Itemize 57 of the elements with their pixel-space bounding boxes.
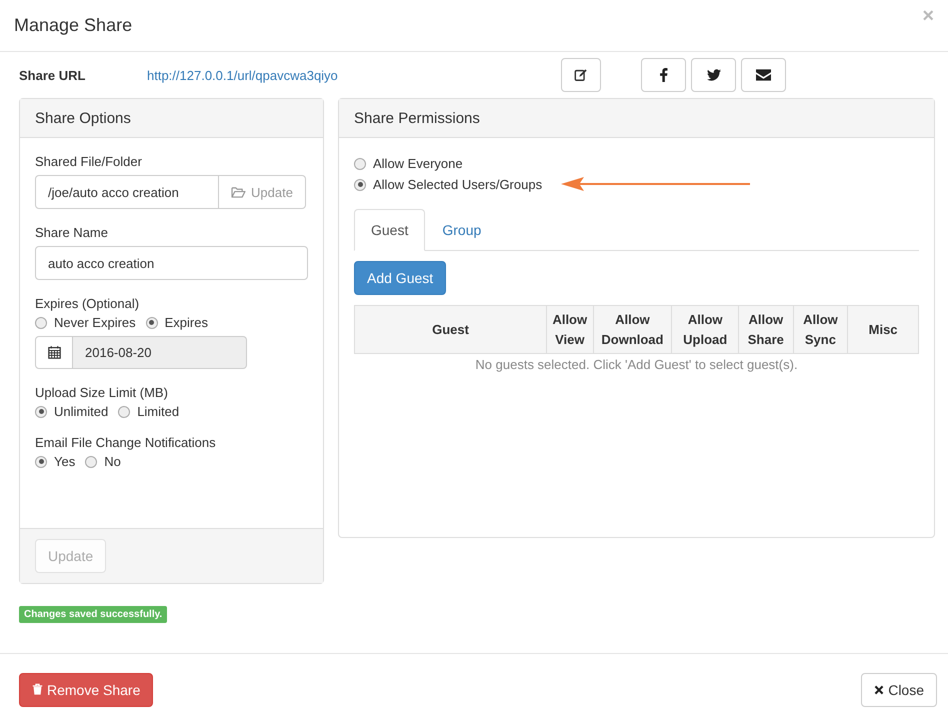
radio-label: Expires xyxy=(164,315,208,330)
radio-label: Allow Selected Users/Groups xyxy=(373,177,542,192)
radio-button[interactable] xyxy=(35,406,47,418)
radio-label: Yes xyxy=(54,454,76,469)
field-label: Shared File/Folder xyxy=(35,154,143,169)
field-label: Share URL xyxy=(19,68,86,82)
radio-button[interactable] xyxy=(35,316,47,328)
panel-title: Share Permissions xyxy=(354,110,480,126)
dialog-title: Manage Share xyxy=(14,15,132,36)
bird-icon xyxy=(706,69,720,81)
folder-icon xyxy=(231,186,246,198)
facebook-icon xyxy=(660,68,668,82)
share-link[interactable]: http://127.0.0.1/url/qpavcwa3qiyo xyxy=(147,68,561,82)
radio-button[interactable] xyxy=(146,316,158,328)
update-button[interactable]: Update xyxy=(219,175,306,209)
edit-button[interactable] xyxy=(561,58,601,92)
remove-share-button[interactable]: Remove Share xyxy=(19,672,154,706)
edit-icon xyxy=(574,68,588,82)
path-field[interactable]: /joe/auto acco creation xyxy=(35,175,219,209)
calendar-button[interactable] xyxy=(35,336,73,369)
trash-icon xyxy=(32,683,43,696)
facebook-button[interactable] xyxy=(641,58,686,92)
radio-button[interactable] xyxy=(354,158,366,170)
column-header: Allow Share xyxy=(738,306,794,354)
email-button[interactable] xyxy=(741,58,786,92)
field-label: Expires (Optional) xyxy=(35,296,140,311)
close-button[interactable]: Close xyxy=(861,672,937,706)
column-header: Allow View xyxy=(546,306,594,354)
radio-label: No xyxy=(104,454,121,469)
column-header: Allow Download xyxy=(593,306,672,354)
envelope-icon xyxy=(756,69,771,81)
radio-button[interactable] xyxy=(118,406,130,418)
column-header: Allow Upload xyxy=(672,306,739,354)
add-guest-button[interactable]: Add Guest xyxy=(354,261,446,295)
field-label: Email File Change Notifications xyxy=(35,435,217,450)
empty-message: No guests selected. Click 'Add Guest' to select guest(s). xyxy=(354,354,918,375)
field-label: Share Name xyxy=(35,225,109,240)
radio-label: Limited xyxy=(137,404,180,419)
name-field[interactable]: auto acco creation xyxy=(35,246,308,280)
success-badge: Changes saved successfully. xyxy=(19,606,168,623)
radio-button[interactable] xyxy=(354,178,366,190)
radio-label: Never Expires xyxy=(54,315,136,330)
radio-label: Allow Everyone xyxy=(373,156,463,171)
panel-title: Share Options xyxy=(35,110,131,126)
radio-button[interactable] xyxy=(85,456,98,468)
radio-label: Unlimited xyxy=(54,404,108,419)
tab[interactable]: Group xyxy=(425,209,498,251)
calendar-icon xyxy=(48,346,60,359)
column-header: Misc xyxy=(848,306,918,354)
close-icon xyxy=(874,684,884,694)
field-label: Upload Size Limit (MB) xyxy=(35,385,169,400)
column-header: Guest xyxy=(354,306,547,354)
twitter-button[interactable] xyxy=(691,58,736,92)
radio-button[interactable] xyxy=(35,456,47,468)
date-field[interactable]: 2016-08-20 xyxy=(73,336,247,369)
column-header: Allow Sync xyxy=(793,306,848,354)
tab[interactable]: Guest xyxy=(354,209,426,251)
